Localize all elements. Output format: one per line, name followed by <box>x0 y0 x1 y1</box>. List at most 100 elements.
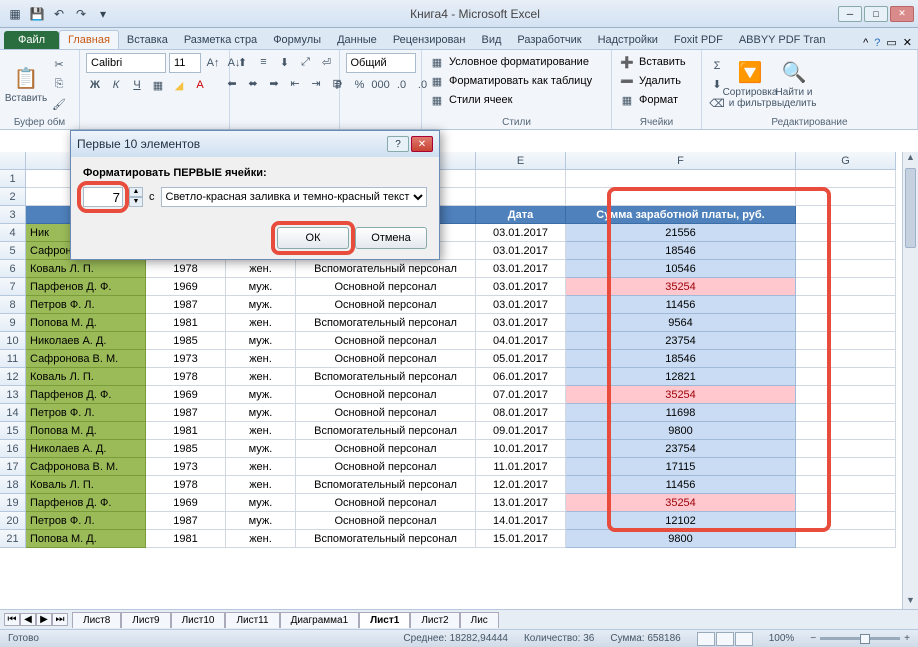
copy-icon[interactable]: ⎘ <box>50 76 68 94</box>
column-header[interactable]: G <box>796 152 896 170</box>
cell[interactable]: Вспомогательный персонал <box>296 422 476 440</box>
tab-review[interactable]: Рецензирован <box>385 31 474 49</box>
cell[interactable]: Основной персонал <box>296 350 476 368</box>
cell[interactable] <box>566 188 796 206</box>
cell[interactable]: 03.01.2017 <box>476 224 566 242</box>
cell[interactable] <box>476 170 566 188</box>
ribbon-minimize-icon[interactable]: ^ <box>863 37 868 49</box>
cell[interactable]: 18546 <box>566 350 796 368</box>
row-header[interactable]: 13 <box>0 386 26 404</box>
scroll-down-icon[interactable]: ▼ <box>903 595 918 609</box>
cell[interactable]: Попова М. Д. <box>26 530 146 548</box>
cell[interactable]: 04.01.2017 <box>476 332 566 350</box>
cell[interactable]: муж. <box>226 296 296 314</box>
cell[interactable]: Основной персонал <box>296 278 476 296</box>
cell[interactable]: 1969 <box>146 386 226 404</box>
align-top-icon[interactable]: ⬆ <box>234 53 252 71</box>
undo-icon[interactable]: ↶ <box>50 5 68 23</box>
scroll-up-icon[interactable]: ▲ <box>903 152 918 166</box>
cell[interactable] <box>796 314 896 332</box>
cell[interactable]: жен. <box>226 350 296 368</box>
ok-button[interactable]: ОК <box>277 227 349 249</box>
scrollbar-thumb[interactable] <box>905 168 916 248</box>
cell[interactable]: 23754 <box>566 332 796 350</box>
sheet-tab[interactable]: Лис <box>460 612 499 628</box>
cell[interactable]: 13.01.2017 <box>476 494 566 512</box>
row-header[interactable]: 1 <box>0 170 26 188</box>
cell[interactable]: Сафронова В. М. <box>26 458 146 476</box>
tab-abbyy[interactable]: ABBYY PDF Tran <box>731 31 834 49</box>
cell[interactable]: жен. <box>226 368 296 386</box>
tab-addins[interactable]: Надстройки <box>590 31 666 49</box>
column-header[interactable]: E <box>476 152 566 170</box>
view-layout-button[interactable] <box>716 632 734 646</box>
cell[interactable]: Парфенов Д. Ф. <box>26 386 146 404</box>
cell[interactable]: жен. <box>226 314 296 332</box>
cell[interactable]: Основной персонал <box>296 386 476 404</box>
insert-cells-button[interactable]: ➕Вставить <box>618 53 686 71</box>
tab-layout[interactable]: Разметка стра <box>176 31 265 49</box>
cell[interactable]: 11.01.2017 <box>476 458 566 476</box>
cell[interactable] <box>796 476 896 494</box>
cell-styles-button[interactable]: ▦Стили ячеек <box>428 91 512 109</box>
zoom-slider[interactable] <box>820 637 900 640</box>
row-header[interactable]: 2 <box>0 188 26 206</box>
cell[interactable]: 06.01.2017 <box>476 368 566 386</box>
row-header[interactable]: 21 <box>0 530 26 548</box>
row-header[interactable]: 6 <box>0 260 26 278</box>
cell[interactable]: Парфенов Д. Ф. <box>26 278 146 296</box>
cell[interactable]: Сумма заработной платы, руб. <box>566 206 796 224</box>
format-select[interactable]: Светло-красная заливка и темно-красный т… <box>161 187 428 207</box>
cell[interactable] <box>796 368 896 386</box>
cell[interactable]: Основной персонал <box>296 440 476 458</box>
row-header[interactable]: 12 <box>0 368 26 386</box>
cell[interactable] <box>796 386 896 404</box>
align-bottom-icon[interactable]: ⬇ <box>276 53 294 71</box>
row-header[interactable]: 10 <box>0 332 26 350</box>
cell[interactable]: 15.01.2017 <box>476 530 566 548</box>
row-header[interactable]: 9 <box>0 314 26 332</box>
cell[interactable]: Попова М. Д. <box>26 422 146 440</box>
cell[interactable]: 1978 <box>146 476 226 494</box>
cell[interactable]: 35254 <box>566 494 796 512</box>
cell[interactable] <box>796 332 896 350</box>
align-center-icon[interactable]: ⬌ <box>244 74 262 92</box>
cell[interactable]: Дата <box>476 206 566 224</box>
row-header[interactable]: 11 <box>0 350 26 368</box>
cell[interactable] <box>796 242 896 260</box>
cell[interactable]: Николаев А. Д. <box>26 332 146 350</box>
cell[interactable] <box>796 458 896 476</box>
cell[interactable]: 12102 <box>566 512 796 530</box>
wrap-text-icon[interactable]: ⏎ <box>318 53 336 71</box>
cell[interactable]: 1981 <box>146 314 226 332</box>
format-cells-button[interactable]: ▦Формат <box>618 91 678 109</box>
row-header[interactable]: 18 <box>0 476 26 494</box>
child-close-icon[interactable]: ✕ <box>903 36 912 49</box>
percent-icon[interactable]: % <box>351 76 369 94</box>
cell[interactable]: 03.01.2017 <box>476 260 566 278</box>
save-icon[interactable]: 💾 <box>28 5 46 23</box>
cell[interactable] <box>796 404 896 422</box>
inc-decimal-icon[interactable]: .0 <box>393 76 411 94</box>
tab-developer[interactable]: Разработчик <box>509 31 589 49</box>
paste-button[interactable]: 📋Вставить <box>6 57 46 113</box>
tab-formulas[interactable]: Формулы <box>265 31 329 49</box>
dialog-close-button[interactable]: ✕ <box>411 136 433 152</box>
cell[interactable]: жен. <box>226 476 296 494</box>
row-header[interactable]: 20 <box>0 512 26 530</box>
cell[interactable]: 1978 <box>146 260 226 278</box>
italic-icon[interactable]: К <box>107 76 125 94</box>
help-icon[interactable]: ? <box>874 37 880 49</box>
decrease-indent-icon[interactable]: ⇤ <box>286 74 304 92</box>
cell[interactable] <box>796 422 896 440</box>
cell[interactable]: Попова М. Д. <box>26 314 146 332</box>
cell[interactable]: 9800 <box>566 530 796 548</box>
cell[interactable]: муж. <box>226 332 296 350</box>
count-input[interactable] <box>83 187 123 207</box>
cell[interactable]: 1978 <box>146 368 226 386</box>
find-select-button[interactable]: 🔍Найти и выделить <box>774 57 814 113</box>
align-left-icon[interactable]: ⬅ <box>223 74 241 92</box>
cell[interactable]: 1985 <box>146 440 226 458</box>
cell[interactable]: 14.01.2017 <box>476 512 566 530</box>
cell[interactable] <box>796 224 896 242</box>
